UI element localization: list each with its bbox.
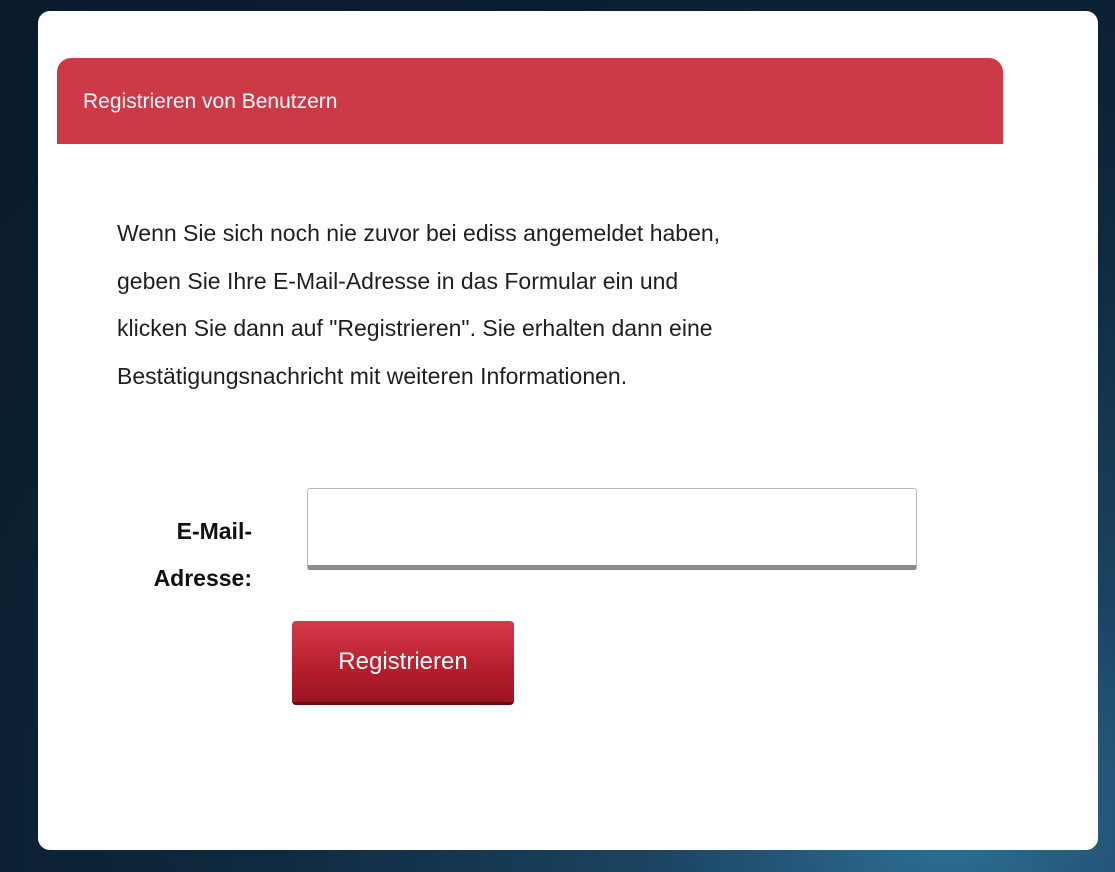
panel-title: Registrieren von Benutzern <box>83 90 338 113</box>
intro-line: Bestätigungsnachricht mit weiteren Infor… <box>117 362 628 389</box>
intro-text: Wenn Sie sich noch nie zuvor bei ediss a… <box>117 210 937 400</box>
register-button[interactable]: Registrieren <box>292 621 514 702</box>
email-label-line: E-Mail- <box>176 518 252 544</box>
email-input[interactable] <box>307 488 917 570</box>
intro-line: klicken Sie dann auf "Registrieren". Sie… <box>117 315 713 341</box>
email-label-line: Adresse: <box>153 565 252 591</box>
intro-line: geben Sie Ihre E-Mail-Adresse in das For… <box>117 267 679 294</box>
email-label: E-Mail- Adresse: <box>96 508 252 602</box>
panel-header: Registrieren von Benutzern <box>57 58 1003 144</box>
intro-line: Wenn Sie sich noch nie zuvor bei ediss a… <box>117 220 721 246</box>
